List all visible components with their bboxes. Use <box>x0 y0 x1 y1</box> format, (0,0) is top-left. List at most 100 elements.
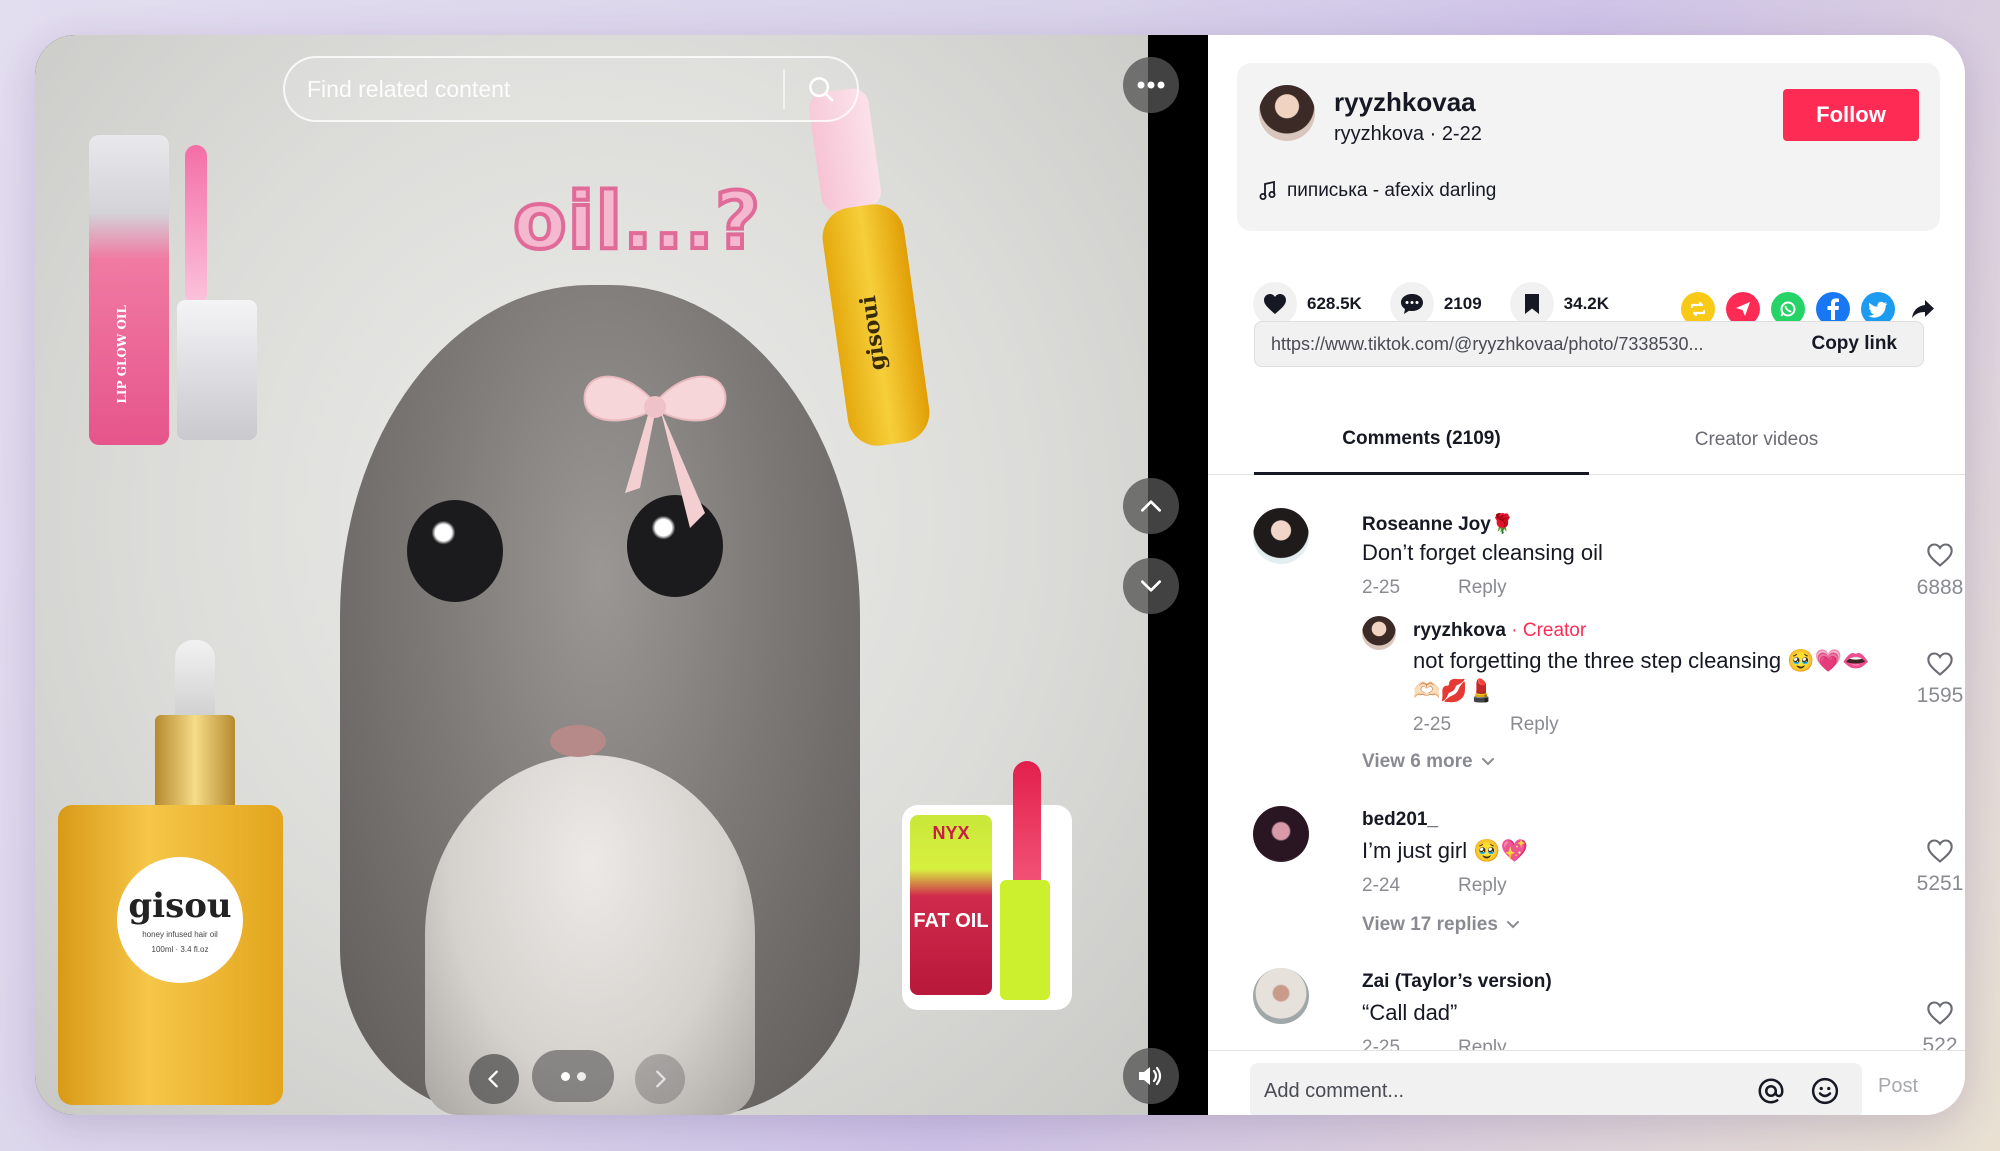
engagement-stats: 628.5K 2109 34.2K <box>1253 282 1637 326</box>
save-button[interactable]: 34.2K <box>1509 282 1609 326</box>
emoji-icon <box>1811 1077 1839 1105</box>
app-window: oil...? LIP GLOW OIL gisoui gisou honey … <box>35 35 1965 1115</box>
gisou-tube-label: gisoui <box>854 294 892 373</box>
comment-count: 2109 <box>1443 294 1482 313</box>
author-meta: ryyzhkova · 2-22 <box>1334 123 1482 146</box>
comment-like-button[interactable] <box>1920 1000 1960 1026</box>
commenter-name[interactable]: bed201_ <box>1362 809 1438 831</box>
reply-like-count: 1595 <box>1916 684 1964 707</box>
link-box: https://www.tiktok.com/@ryyzhkovaa/photo… <box>1254 321 1924 367</box>
heart-outline-icon <box>1927 652 1953 676</box>
heart-outline-icon <box>1927 839 1953 863</box>
commenter-avatar[interactable] <box>1253 968 1309 1024</box>
pager-dot-active[interactable] <box>560 1071 570 1081</box>
comment-icon <box>1389 282 1434 326</box>
post-photo: oil...? LIP GLOW OIL gisoui gisou honey … <box>35 35 1148 1115</box>
comment-button[interactable]: 2109 <box>1389 282 1482 326</box>
gisou-tube: gisoui <box>818 200 934 450</box>
like-count: 628.5K <box>1307 294 1362 313</box>
comment-box <box>1250 1063 1862 1115</box>
copy-link-button[interactable]: Copy link <box>1791 333 1923 355</box>
comment-date: 2-25 <box>1362 577 1401 598</box>
gisou-size: 100ml · 3.4 fl.oz <box>151 945 209 954</box>
nyx-cap <box>1000 880 1050 1000</box>
comment-like-button[interactable] <box>1920 542 1960 568</box>
reply-button[interactable]: Reply <box>1458 1037 1507 1050</box>
comment-date: 2-24 <box>1362 875 1401 896</box>
author-display-name[interactable]: ryyzhkovaa <box>1334 87 1476 118</box>
comment-text: Don’t forget cleansing oil <box>1362 540 1603 565</box>
reply-button[interactable]: Reply <box>1458 577 1507 599</box>
dior-lip-oil-bottle: LIP GLOW OIL <box>89 135 169 445</box>
hamster-nose <box>550 725 606 757</box>
search-icon <box>809 77 834 102</box>
reply-avatar[interactable] <box>1362 616 1396 650</box>
view-more-replies[interactable]: View 17 replies <box>1362 914 1520 936</box>
view-more-label: View 6 more <box>1362 751 1473 772</box>
nyx-product: FAT OIL <box>913 910 989 932</box>
gisou-bottle-label: gisou honey infused hair oil 100ml · 3.4… <box>117 857 243 983</box>
commenter-name[interactable]: Roseanne Joy🌹 <box>1362 512 1514 536</box>
tab-creator-videos[interactable]: Creator videos <box>1589 405 1924 475</box>
tab-comments[interactable]: Comments (2109) <box>1254 405 1589 475</box>
pager-dot[interactable] <box>576 1071 586 1081</box>
meta-separator: · <box>1429 123 1442 145</box>
heart-icon <box>1253 282 1297 326</box>
music-note-icon <box>1259 181 1276 200</box>
comment-date: 2-25 <box>1362 1037 1401 1050</box>
nyx-brand: NYX <box>932 823 970 843</box>
bookmark-icon <box>1509 282 1554 326</box>
author-avatar[interactable] <box>1259 85 1315 141</box>
gisou-collar <box>155 715 235 815</box>
reply-button[interactable]: Reply <box>1458 875 1507 897</box>
gisou-sub: honey infused hair oil <box>142 930 218 939</box>
comment-input[interactable] <box>1250 1079 1754 1103</box>
dior-cap <box>177 300 257 440</box>
comment-like-count: 5251 <box>1916 872 1964 895</box>
chevron-down-icon <box>1481 758 1494 766</box>
chevron-right-icon <box>656 1070 666 1088</box>
music-info[interactable]: пиписька - afexix darling <box>1259 180 1496 202</box>
media-viewer: oil...? LIP GLOW OIL gisoui gisou honey … <box>35 35 1208 1115</box>
post-url[interactable]: https://www.tiktok.com/@ryyzhkovaa/photo… <box>1255 334 1791 355</box>
reply-author: ryyzhkova · Creator <box>1413 620 1586 642</box>
gisou-brand: gisou <box>128 886 232 926</box>
previous-post-button[interactable] <box>1123 478 1179 534</box>
details-panel: ryyzhkovaa ryyzhkova · 2-22 Follow пипис… <box>1208 35 1965 1115</box>
comment-like-count: 6888 <box>1916 576 1964 599</box>
photo-caption: oil...? <box>511 175 762 269</box>
more-dots-icon <box>1137 81 1165 89</box>
post-comment-button[interactable]: Post <box>1878 1075 1918 1098</box>
next-post-button[interactable] <box>1123 558 1179 614</box>
like-button[interactable]: 628.5K <box>1253 282 1362 326</box>
volume-icon <box>1139 1066 1162 1086</box>
emoji-button[interactable] <box>1808 1074 1842 1108</box>
post-date: 2-22 <box>1441 123 1482 145</box>
commenter-name[interactable]: Zai (Taylor’s version) <box>1362 971 1552 993</box>
reply-author-name[interactable]: ryyzhkova <box>1413 620 1506 641</box>
dior-applicator <box>185 145 207 305</box>
commenter-avatar[interactable] <box>1253 508 1309 564</box>
chevron-left-icon <box>488 1070 498 1088</box>
comment-list: Roseanne Joy🌹 Don’t forget cleansing oil… <box>1208 476 1965 1050</box>
next-photo-button[interactable] <box>635 1054 685 1104</box>
comment-composer: Post <box>1208 1050 1965 1115</box>
view-more-replies[interactable]: View 6 more <box>1362 751 1495 773</box>
comment-like-button[interactable] <box>1920 838 1960 864</box>
nyx-bottle: NYX FAT OIL <box>910 815 992 995</box>
reply-like-button[interactable] <box>1920 651 1960 677</box>
pink-bow <box>583 375 727 528</box>
music-title: пиписька - afexix darling <box>1287 180 1497 201</box>
reply-reply-button[interactable]: Reply <box>1510 714 1559 736</box>
more-options-button[interactable] <box>1123 57 1179 113</box>
prev-photo-button[interactable] <box>469 1054 519 1104</box>
comment-like-count: 522 <box>1922 1034 1958 1050</box>
follow-button[interactable]: Follow <box>1783 89 1919 141</box>
volume-button[interactable] <box>1123 1048 1179 1104</box>
search-bar <box>283 56 859 122</box>
commenter-avatar[interactable] <box>1253 806 1309 862</box>
chevron-up-icon <box>1140 500 1162 512</box>
mention-button[interactable] <box>1754 1074 1788 1108</box>
search-button[interactable] <box>785 58 857 120</box>
search-input[interactable] <box>285 58 783 120</box>
